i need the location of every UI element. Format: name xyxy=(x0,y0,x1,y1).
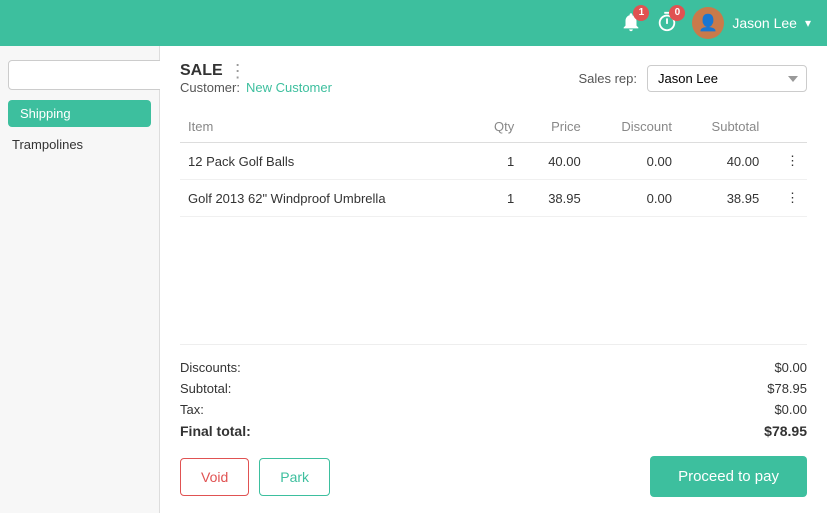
row-price: 40.00 xyxy=(522,143,589,180)
sale-header: SALE ⋮ Customer: New Customer Sales rep:… xyxy=(180,62,807,95)
col-subtotal: Subtotal xyxy=(680,113,767,143)
discounts-value: $0.00 xyxy=(774,360,807,375)
sale-menu-icon[interactable]: ⋮ xyxy=(229,62,247,80)
bell-badge: 1 xyxy=(633,5,649,21)
tax-label: Tax: xyxy=(180,402,204,417)
row-action-menu-1[interactable]: ⋮ xyxy=(767,180,807,217)
sidebar-item-shipping[interactable]: Shipping xyxy=(8,100,151,127)
tax-value: $0.00 xyxy=(774,402,807,417)
park-button[interactable]: Park xyxy=(259,458,330,496)
discounts-row: Discounts: $0.00 xyxy=(180,357,807,378)
proceed-to-pay-button[interactable]: Proceed to pay xyxy=(650,456,807,497)
app-layout: Shipping Trampolines SALE ⋮ Customer: Ne… xyxy=(0,46,827,513)
sale-title-row: SALE ⋮ xyxy=(180,62,332,80)
final-label: Final total: xyxy=(180,423,251,439)
final-value: $78.95 xyxy=(764,423,807,439)
subtotal-row: Subtotal: $78.95 xyxy=(180,378,807,399)
subtotal-value: $78.95 xyxy=(767,381,807,396)
sales-rep-row: Sales rep: Jason Lee xyxy=(578,65,807,92)
col-discount: Discount xyxy=(589,113,680,143)
sales-rep-select[interactable]: Jason Lee xyxy=(647,65,807,92)
timer-icon-wrap[interactable]: 0 xyxy=(656,11,678,36)
row-qty: 1 xyxy=(473,180,523,217)
col-item: Item xyxy=(180,113,473,143)
user-menu[interactable]: 👤 Jason Lee ▾ xyxy=(692,7,811,39)
main-content: SALE ⋮ Customer: New Customer Sales rep:… xyxy=(160,46,827,513)
sidebar: Shipping Trampolines xyxy=(0,46,160,513)
row-discount: 0.00 xyxy=(589,143,680,180)
user-chevron-icon: ▾ xyxy=(805,16,811,30)
col-price: Price xyxy=(522,113,589,143)
notifications-icon-wrap[interactable]: 1 xyxy=(620,11,642,36)
final-total-row: Final total: $78.95 xyxy=(180,420,807,442)
table-body: 12 Pack Golf Balls 1 40.00 0.00 40.00 ⋮ … xyxy=(180,143,807,217)
action-left: Void Park xyxy=(180,458,330,496)
totals-section: Discounts: $0.00 Subtotal: $78.95 Tax: $… xyxy=(180,344,807,442)
row-item-name: 12 Pack Golf Balls xyxy=(180,143,473,180)
subtotal-label: Subtotal: xyxy=(180,381,231,396)
row-subtotal: 38.95 xyxy=(680,180,767,217)
discounts-label: Discounts: xyxy=(180,360,241,375)
timer-badge: 0 xyxy=(669,5,685,21)
row-discount: 0.00 xyxy=(589,180,680,217)
user-name-label: Jason Lee xyxy=(732,15,797,31)
row-item-name: Golf 2013 62" Windproof Umbrella xyxy=(180,180,473,217)
customer-link[interactable]: New Customer xyxy=(246,80,332,95)
customer-label: Customer: xyxy=(180,80,240,95)
avatar: 👤 xyxy=(692,7,724,39)
col-qty: Qty xyxy=(473,113,523,143)
table-row: Golf 2013 62" Windproof Umbrella 1 38.95… xyxy=(180,180,807,217)
sidebar-item-trampolines[interactable]: Trampolines xyxy=(0,131,159,158)
sales-rep-label: Sales rep: xyxy=(578,71,637,86)
table-header: Item Qty Price Discount Subtotal xyxy=(180,113,807,143)
sale-title: SALE xyxy=(180,62,223,80)
action-row: Void Park Proceed to pay xyxy=(180,456,807,497)
sidebar-search-row xyxy=(0,54,159,96)
row-subtotal: 40.00 xyxy=(680,143,767,180)
tax-row: Tax: $0.00 xyxy=(180,399,807,420)
top-navigation: 1 0 👤 Jason Lee ▾ xyxy=(0,0,827,46)
row-action-menu-0[interactable]: ⋮ xyxy=(767,143,807,180)
void-button[interactable]: Void xyxy=(180,458,249,496)
row-qty: 1 xyxy=(473,143,523,180)
table-row: 12 Pack Golf Balls 1 40.00 0.00 40.00 ⋮ xyxy=(180,143,807,180)
sale-table: Item Qty Price Discount Subtotal 12 Pack… xyxy=(180,113,807,217)
row-price: 38.95 xyxy=(522,180,589,217)
customer-row: Customer: New Customer xyxy=(180,80,332,95)
